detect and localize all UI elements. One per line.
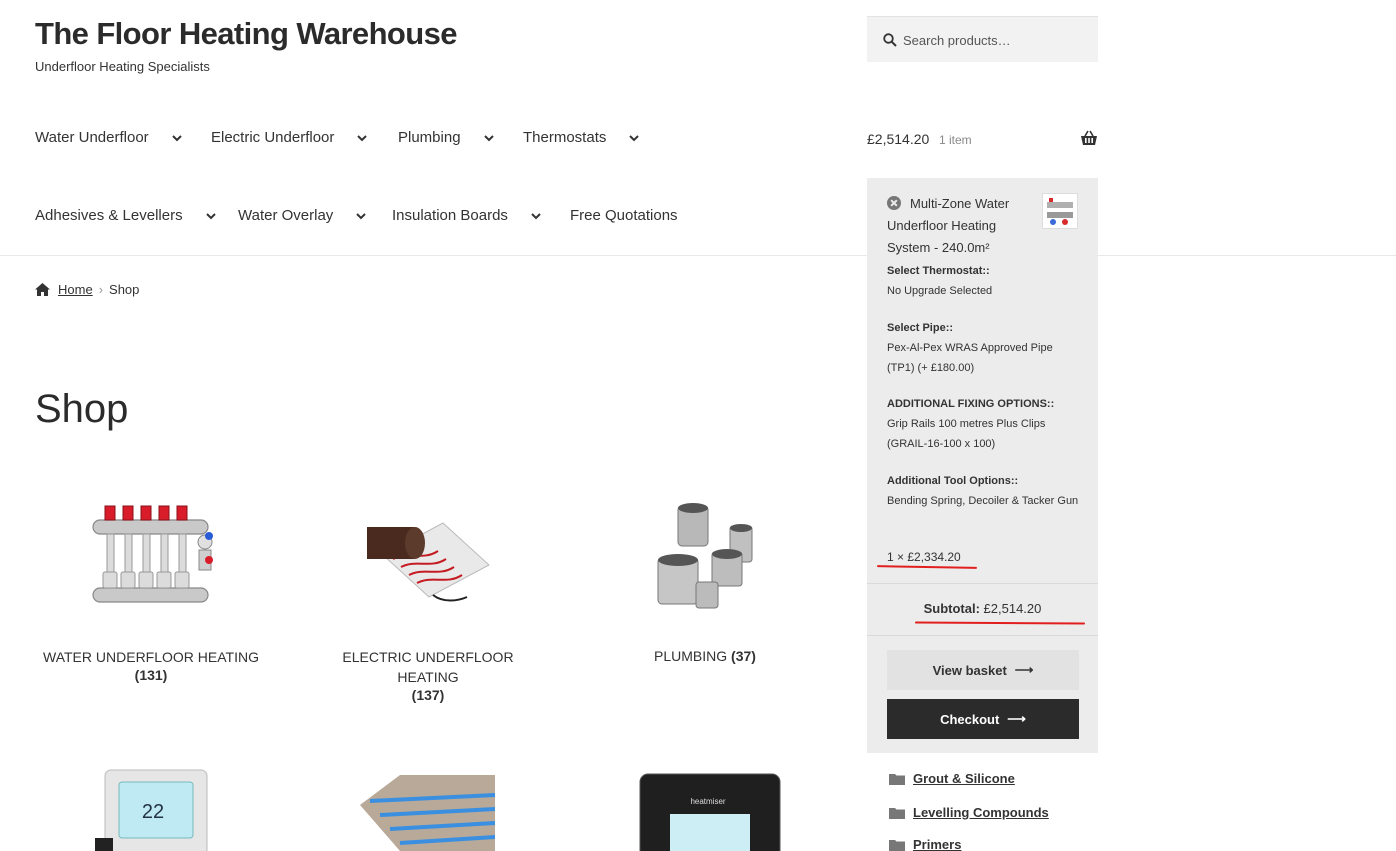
sidebar-category-link[interactable]: Primers [913, 837, 961, 851]
variation-value: Bending Spring, Decoiler & Tacker Gun [887, 495, 1079, 507]
checkout-label: Checkout [940, 711, 1000, 727]
annotation-underline [876, 565, 978, 569]
nav-item-label: Thermostats [523, 129, 607, 146]
checkout-button[interactable]: Checkout ⟶ [887, 699, 1079, 739]
category-count: (131) [134, 667, 168, 683]
nav-item-label: Water Overlay [238, 207, 334, 224]
cart-amount: £2,514.20 [867, 131, 930, 147]
chevron-down-icon [629, 134, 640, 141]
variation-key: Additional Tool Options:: [887, 475, 1019, 487]
folder-icon [889, 773, 905, 785]
chevron-down-icon [205, 212, 216, 219]
search-icon [883, 33, 897, 47]
breadcrumb-current: Shop [109, 282, 140, 297]
svg-text:heatmiser: heatmiser [690, 797, 725, 806]
mini-cart-dropdown: Multi-Zone Water Underfloor Heating Syst… [867, 178, 1098, 753]
mini-cart-item-name[interactable]: Multi-Zone Water Underfloor Heating Syst… [887, 193, 1037, 259]
breadcrumb: Home › Shop [35, 282, 139, 297]
nav-item-insulation-boards[interactable]: Insulation Boards [392, 207, 542, 224]
sidebar-category-item[interactable]: Levelling Compounds [889, 805, 1049, 820]
site-title[interactable]: The Floor Heating Warehouse [35, 16, 457, 52]
category-count: (137) [411, 687, 445, 703]
arrow-right-icon: ⟶ [1007, 711, 1026, 726]
variation-thermostat: Select Thermostat:: No Upgrade Selected [887, 261, 1082, 301]
mini-cart-divider [867, 635, 1098, 636]
cart-item-count: 1 item [939, 133, 972, 147]
view-basket-button[interactable]: View basket ⟶ [887, 650, 1079, 690]
subtotal-value: £2,514.20 [983, 601, 1042, 616]
nav-item-water-overlay[interactable]: Water Overlay [238, 207, 367, 224]
smart-thermostat-category-image[interactable]: heatmiser [608, 770, 808, 851]
product-search[interactable] [867, 16, 1098, 63]
sidebar-category-link[interactable]: Levelling Compounds [913, 805, 1049, 820]
annotation-underline [914, 621, 1086, 625]
search-input[interactable] [903, 17, 1093, 63]
view-basket-label: View basket [932, 662, 1007, 678]
home-icon [35, 283, 50, 296]
folder-icon [889, 839, 905, 851]
category-electric-underfloor-heating[interactable]: ELECTRIC UNDERFLOOR HEATING (137) [312, 647, 544, 703]
arrow-right-icon: ⟶ [1014, 662, 1034, 677]
category-name: WATER UNDERFLOOR HEATING [43, 649, 259, 665]
category-count: (37) [731, 648, 756, 664]
chevron-down-icon [483, 134, 494, 141]
variation-tool-options: Additional Tool Options:: Bending Spring… [887, 471, 1082, 511]
header-divider [0, 255, 1396, 256]
header-cart[interactable]: £2,514.20 1 item [867, 129, 1098, 149]
nav-item-electric-underfloor[interactable]: Electric Underfloor [211, 129, 368, 146]
nav-item-label: Adhesives & Levellers [35, 207, 183, 224]
thermostat-category-image[interactable]: 22 [95, 768, 210, 851]
variation-fixing-options: ADDITIONAL FIXING OPTIONS:: Grip Rails 1… [887, 394, 1082, 454]
electric-underfloor-category-image[interactable] [363, 515, 493, 610]
variation-value: Pex-Al-Pex WRAS Approved Pipe (TP1) (+ £… [887, 342, 1053, 374]
category-plumbing[interactable]: PLUMBING (37) [589, 648, 821, 664]
category-water-underfloor-heating[interactable]: WATER UNDERFLOOR HEATING (131) [35, 647, 267, 683]
variation-value: Grip Rails 100 metres Plus Clips (GRAIL-… [887, 418, 1046, 450]
nav-item-thermostats[interactable]: Thermostats [523, 129, 640, 146]
chevron-down-icon [356, 212, 367, 219]
subtotal-label: Subtotal: [923, 601, 980, 616]
chevron-down-icon [171, 134, 182, 141]
nav-item-adhesives-levellers[interactable]: Adhesives & Levellers [35, 207, 217, 224]
mini-cart-subtotal: Subtotal: £2,514.20 [867, 601, 1098, 616]
chevron-down-icon [357, 134, 368, 141]
variation-pipe: Select Pipe:: Pex-Al-Pex WRAS Approved P… [887, 318, 1082, 378]
mini-cart-item-quantity: 1 × £2,334.20 [887, 550, 961, 564]
sidebar-category-link[interactable]: Grout & Silicone [913, 771, 1015, 786]
category-name: PLUMBING [654, 648, 728, 664]
nav-item-label: Electric Underfloor [211, 129, 335, 146]
nav-item-label: Insulation Boards [392, 207, 508, 224]
nav-item-label: Water Underfloor [35, 129, 149, 146]
mini-cart-item-thumbnail[interactable] [1042, 193, 1078, 229]
mini-cart-divider [867, 583, 1098, 584]
svg-text:22: 22 [142, 801, 164, 823]
basket-icon [1081, 130, 1097, 145]
water-overlay-category-image[interactable] [360, 775, 496, 851]
nav-item-label: Plumbing [398, 129, 461, 146]
nav-item-water-underfloor[interactable]: Water Underfloor [35, 129, 183, 146]
sidebar-category-item[interactable]: Primers [889, 837, 961, 851]
chevron-down-icon [531, 212, 541, 219]
breadcrumb-home-link[interactable]: Home [58, 282, 93, 297]
folder-icon [889, 807, 905, 819]
variation-value: No Upgrade Selected [887, 285, 993, 297]
variation-key: Select Thermostat:: [887, 265, 990, 277]
sidebar-category-item[interactable]: Grout & Silicone [889, 771, 1015, 786]
variation-key: Select Pipe:: [887, 322, 954, 334]
plumbing-category-image[interactable] [650, 500, 760, 620]
water-underfloor-category-image[interactable] [85, 500, 220, 620]
nav-item-plumbing[interactable]: Plumbing [398, 129, 495, 146]
breadcrumb-separator-icon: › [98, 282, 104, 297]
nav-item-label: Free Quotations [570, 207, 678, 224]
category-name: ELECTRIC UNDERFLOOR HEATING [342, 649, 514, 685]
page-title: Shop [35, 387, 129, 431]
nav-item-free-quotations[interactable]: Free Quotations [570, 207, 678, 224]
variation-key: ADDITIONAL FIXING OPTIONS:: [887, 398, 1055, 410]
site-tagline: Underfloor Heating Specialists [35, 59, 210, 74]
